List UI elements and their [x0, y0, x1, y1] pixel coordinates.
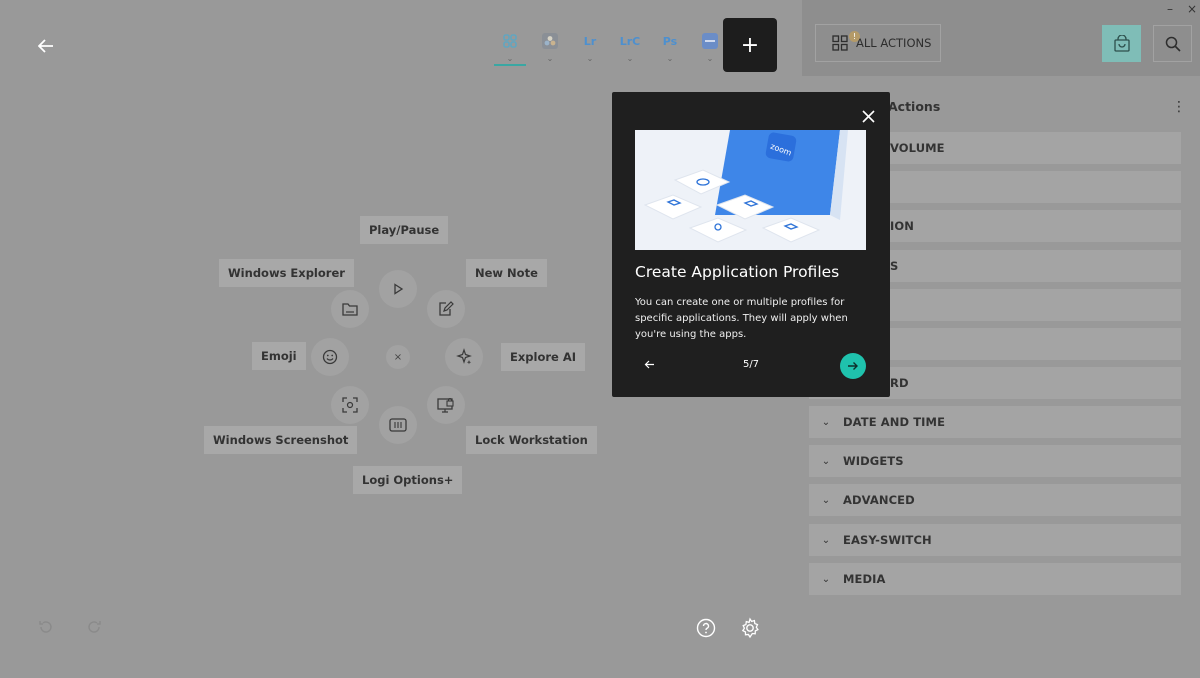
next-button[interactable] — [840, 353, 866, 379]
notification-badge: ! — [849, 31, 860, 42]
radial-play-pause-button[interactable] — [379, 270, 417, 308]
radial-label-play-pause[interactable]: Play/Pause — [360, 216, 449, 244]
settings-gear-icon[interactable] — [738, 616, 762, 640]
tab-davinci[interactable]: ⌄ — [530, 20, 570, 70]
ps-icon: Ps — [662, 34, 678, 48]
search-icon — [1165, 36, 1181, 52]
category-media[interactable]: ⌄ MEDIA — [809, 563, 1181, 595]
radial-label-logi-options[interactable]: Logi Options+ — [353, 466, 463, 494]
radial-label-explore-ai[interactable]: Explore AI — [501, 343, 586, 371]
folder-icon — [342, 303, 358, 316]
chevron-down-icon: ⌄ — [586, 54, 594, 63]
app-icon — [702, 32, 718, 50]
search-button[interactable] — [1153, 25, 1192, 62]
actions-grid-icon — [832, 35, 848, 51]
arrow-left-icon — [38, 39, 53, 53]
tab-lightroom-classic[interactable]: LrC ⌄ — [610, 20, 650, 70]
screenshot-icon — [342, 397, 358, 413]
app-tabs: ⌄ ⌄ Lr ⌄ LrC ⌄ Ps ⌄ ⌄ — [490, 20, 730, 70]
smiley-icon — [322, 349, 338, 365]
chevron-down-icon: ⌄ — [666, 54, 674, 63]
note-edit-icon — [439, 301, 454, 316]
popup-title: Create Application Profiles — [635, 263, 840, 281]
tab-lightroom[interactable]: Lr ⌄ — [570, 20, 610, 70]
chevron-down-icon: ⌄ — [821, 455, 831, 467]
store-button[interactable] — [1102, 25, 1141, 62]
radial-label-new-note[interactable]: New Note — [466, 259, 547, 287]
radial-center-close[interactable]: × — [386, 345, 410, 369]
radial-explore-ai-button[interactable] — [445, 338, 483, 376]
chevron-down-icon: ⌄ — [506, 54, 514, 63]
radial-label-windows-screenshot[interactable]: Windows Screenshot — [204, 426, 358, 454]
grid-icon — [503, 32, 517, 50]
popup-description: You can create one or multiple profiles … — [635, 297, 848, 340]
tutorial-illustration: zoom — [635, 130, 866, 250]
davinci-icon — [542, 32, 558, 50]
sparkle-icon — [456, 348, 472, 365]
more-options-icon[interactable]: ⋮ — [1172, 99, 1186, 115]
close-window-icon[interactable]: × — [1187, 2, 1197, 16]
tab-photoshop[interactable]: Ps ⌄ — [650, 20, 690, 70]
active-tab-indicator — [494, 64, 526, 66]
radial-lock-workstation-button[interactable] — [427, 386, 465, 424]
chevron-down-icon: ⌄ — [626, 54, 634, 63]
minimize-icon[interactable]: – — [1167, 2, 1173, 16]
add-application-button[interactable]: + — [723, 18, 777, 72]
radial-label-emoji[interactable]: Emoji — [252, 342, 306, 370]
help-icon[interactable] — [694, 616, 718, 640]
category-advanced[interactable]: ⌄ ADVANCED — [809, 484, 1181, 516]
all-actions-button[interactable]: ! ALL ACTIONS — [815, 24, 941, 62]
arrow-right-icon — [848, 362, 858, 370]
back-button[interactable] — [34, 34, 58, 58]
category-widgets[interactable]: ⌄ WIDGETS — [809, 445, 1181, 477]
radial-windows-screenshot-button[interactable] — [331, 386, 369, 424]
actions-panel-title: Actions — [888, 99, 941, 114]
redo-icon[interactable] — [84, 617, 104, 637]
chevron-down-icon: ⌄ — [821, 573, 831, 585]
radial-emoji-button[interactable] — [311, 338, 349, 376]
chevron-down-icon: ⌄ — [706, 54, 714, 63]
lock-monitor-icon — [437, 398, 454, 413]
radial-label-windows-explorer[interactable]: Windows Explorer — [219, 259, 354, 287]
radial-windows-explorer-button[interactable] — [331, 290, 369, 328]
radial-new-note-button[interactable] — [427, 290, 465, 328]
tutorial-popup: zoom Create Application Profiles You can… — [612, 92, 890, 397]
radial-label-lock-workstation[interactable]: Lock Workstation — [466, 426, 597, 454]
shopping-bag-icon — [1113, 34, 1130, 52]
lr-icon: Lr — [583, 34, 597, 48]
chevron-down-icon: ⌄ — [821, 494, 831, 506]
tab-all-apps[interactable]: ⌄ — [490, 20, 530, 70]
undo-icon[interactable] — [36, 617, 56, 637]
close-icon[interactable] — [860, 108, 876, 124]
play-icon — [394, 283, 404, 295]
chevron-down-icon: ⌄ — [821, 534, 831, 546]
chevron-down-icon: ⌄ — [546, 54, 554, 63]
all-actions-label: ALL ACTIONS — [856, 36, 932, 50]
radial-logi-options-button[interactable] — [379, 406, 417, 444]
chevron-down-icon: ⌄ — [821, 416, 831, 428]
lrc-icon: LrC — [619, 34, 641, 48]
category-date-and-time[interactable]: ⌄ DATE AND TIME — [809, 406, 1181, 438]
category-easy-switch[interactable]: ⌄ EASY-SWITCH — [809, 524, 1181, 556]
logi-options-icon — [389, 418, 407, 432]
